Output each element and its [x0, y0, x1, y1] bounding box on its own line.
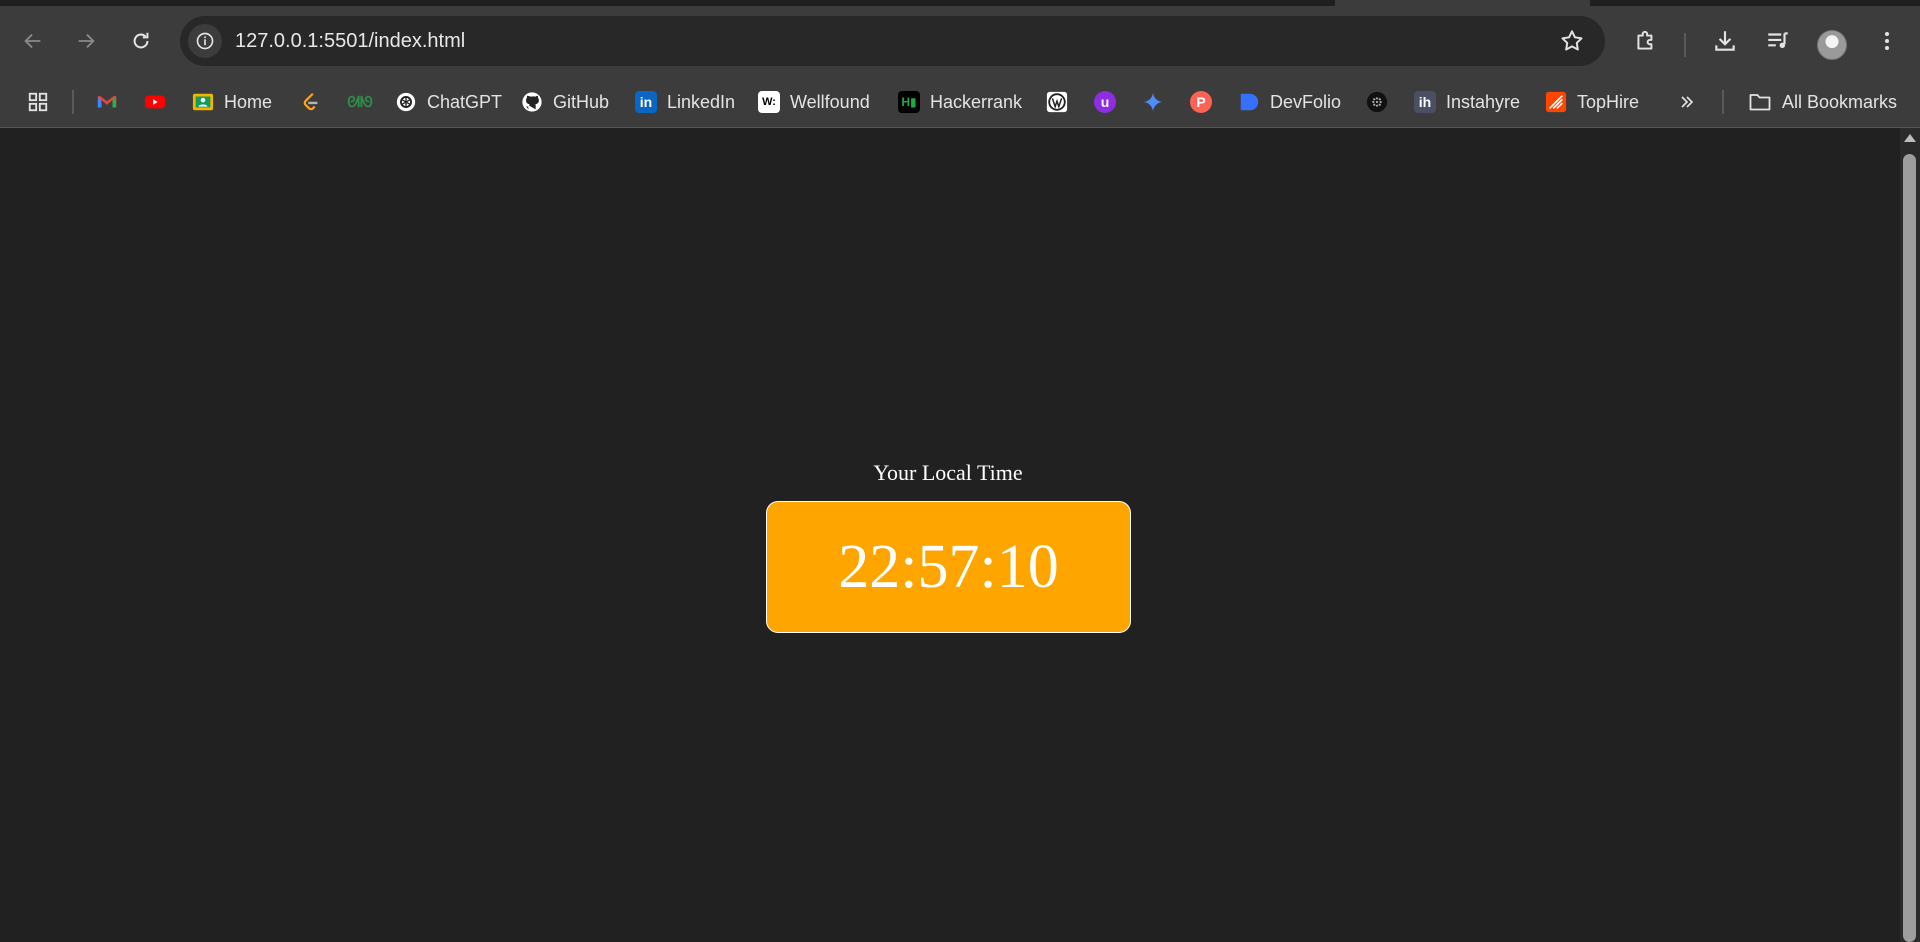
bookmarks-bar: Home ᘛᘚ ChatGPT GitHub in LinkedIn W: We… [0, 76, 1920, 128]
forward-button[interactable] [69, 24, 103, 58]
bookmark-label: Instahyre [1446, 91, 1521, 112]
tophire-icon [1545, 91, 1567, 113]
bookmark-youtube[interactable] [144, 76, 166, 128]
bookmarks-divider [72, 90, 74, 114]
bookmark-devfolio[interactable]: DevFolio [1238, 76, 1341, 128]
apps-grid-icon [28, 92, 48, 112]
toolbar-divider [1684, 33, 1686, 57]
puzzle-icon [1637, 30, 1653, 50]
site-info-button[interactable] [188, 24, 222, 58]
browser-chrome: 127.0.0.1:5501/index.html Home ᘛᘚ ChatGP… [0, 0, 1920, 128]
forward-arrow-icon [78, 33, 95, 49]
playlist-music-icon [1768, 32, 1788, 49]
chatgpt-icon [396, 92, 416, 112]
instahyre-icon: ih [1414, 91, 1436, 113]
bookmark-gmail[interactable] [96, 76, 118, 128]
wellfound-icon: W: [758, 91, 780, 113]
dots-icon [1366, 91, 1388, 113]
geeksforgeeks-icon: ᘛᘚ [347, 93, 373, 111]
bookmark-dots[interactable] [1366, 76, 1388, 128]
clock-display: 22:57:10 [766, 501, 1131, 633]
bookmark-label: GitHub [553, 91, 610, 112]
bookmark-unstop[interactable]: u [1094, 76, 1116, 128]
download-icon [1715, 31, 1735, 51]
media-controls-button[interactable] [1761, 24, 1795, 58]
scroll-up-arrow-icon[interactable] [1904, 134, 1916, 142]
extensions-button[interactable] [1629, 24, 1663, 58]
youtube-icon [144, 95, 166, 109]
bookmark-label: Hackerrank [930, 91, 1023, 112]
bookmark-producthunt[interactable]: P [1190, 76, 1212, 128]
classroom-icon [192, 93, 214, 111]
all-bookmarks-button[interactable]: All Bookmarks [1748, 76, 1897, 128]
bookmark-home[interactable]: Home [192, 76, 272, 128]
bookmark-linkedin[interactable]: in LinkedIn [635, 76, 735, 128]
devfolio-icon [1240, 93, 1259, 111]
bookmark-instahyre[interactable]: ih Instahyre [1414, 76, 1520, 128]
unstop-icon: u [1094, 91, 1116, 113]
info-icon [196, 32, 214, 50]
apps-button[interactable] [27, 76, 49, 128]
reload-button[interactable] [124, 24, 158, 58]
folder-icon [1749, 94, 1771, 111]
page-viewport: Your Local Time 22:57:10 [0, 128, 1900, 942]
all-bookmarks-label: All Bookmarks [1782, 91, 1898, 112]
bookmark-wellfound[interactable]: W: Wellfound [758, 76, 870, 128]
bookmark-label: LinkedIn [667, 91, 736, 112]
back-arrow-icon [24, 33, 41, 49]
bookmark-leetcode[interactable] [300, 76, 322, 128]
bookmark-github[interactable]: GitHub [521, 76, 609, 128]
menu-button[interactable] [1870, 24, 1904, 58]
url-text[interactable]: 127.0.0.1:5501/index.html [235, 16, 465, 66]
producthunt-icon: P [1190, 91, 1212, 113]
profile-avatar[interactable] [1817, 30, 1847, 60]
bookmark-label: Wellfound [790, 91, 870, 112]
toolbar: 127.0.0.1:5501/index.html [0, 6, 1920, 76]
bookmark-label: TopHire [1577, 91, 1640, 112]
bookmark-label: Home [224, 91, 273, 112]
bookmark-tophire[interactable]: TopHire [1545, 76, 1639, 128]
reload-icon [133, 32, 149, 49]
gmail-icon [97, 95, 117, 108]
more-vertical-icon [1885, 32, 1889, 50]
bookmark-geeksforgeeks[interactable]: ᘛᘚ [346, 76, 374, 128]
leetcode-icon [303, 92, 318, 111]
bookmark-hackerrank[interactable]: H▮ Hackerrank [898, 76, 1022, 128]
back-button[interactable] [16, 24, 50, 58]
downloads-button[interactable] [1708, 24, 1742, 58]
linkedin-icon: in [635, 91, 657, 113]
clock-time: 22:57:10 [838, 532, 1059, 601]
clock-heading: Your Local Time [873, 460, 1023, 485]
github-icon [522, 92, 542, 112]
bookmarks-divider [1722, 90, 1724, 114]
scrollbar-thumb[interactable] [1903, 154, 1916, 942]
more-bookmarks-button[interactable] [1677, 76, 1697, 128]
gemini-icon [1143, 92, 1163, 112]
bookmark-star-icon[interactable] [1559, 28, 1585, 54]
hackerrank-icon: H▮ [898, 91, 920, 113]
bookmark-label: DevFolio [1270, 91, 1342, 112]
chevron-double-right-icon [1681, 96, 1694, 108]
address-bar[interactable]: 127.0.0.1:5501/index.html [180, 16, 1605, 66]
vertical-scrollbar[interactable] [1900, 128, 1920, 942]
wordpress-icon [1046, 91, 1068, 113]
bookmark-label: ChatGPT [427, 91, 503, 112]
bookmark-gemini[interactable] [1142, 76, 1164, 128]
bookmark-chatgpt[interactable]: ChatGPT [395, 76, 502, 128]
bookmark-wordpress[interactable] [1046, 76, 1068, 128]
